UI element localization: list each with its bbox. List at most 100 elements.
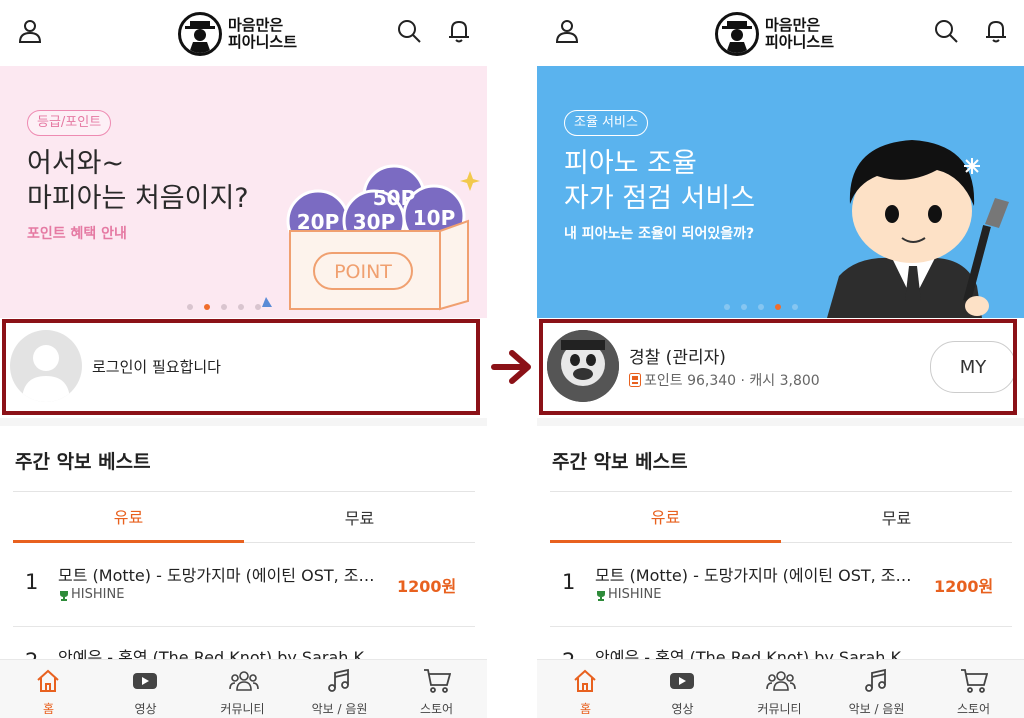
nav-community[interactable]: 커뮤니티	[194, 660, 291, 718]
user-icon[interactable]	[554, 18, 580, 44]
tab-free[interactable]: 무료	[244, 492, 475, 542]
home-icon	[37, 669, 59, 692]
logo-mafia-icon	[715, 12, 759, 56]
carousel-dot[interactable]	[758, 304, 764, 310]
community-icon	[766, 671, 796, 691]
bottom-nav: 홈 영상 커뮤니티 악보 / 음원 스토어	[537, 659, 1024, 718]
banner-title-line1: 피아노 조율	[564, 148, 697, 179]
points-box-illustration: 50P 20P 30P 10P POINT	[262, 164, 480, 311]
home-icon	[574, 669, 596, 692]
tab-bar: 유료 무료	[13, 491, 475, 543]
nav-label: 홈	[42, 702, 55, 716]
nav-label: 영상	[134, 702, 157, 716]
banner-title: 피아노 조율 자가 점검 서비스	[564, 146, 755, 216]
highlight-box	[2, 319, 480, 415]
row-divider	[13, 626, 475, 627]
banner-tag: 등급/포인트	[27, 110, 112, 136]
tab-paid[interactable]: 유료	[13, 492, 244, 543]
search-icon[interactable]	[933, 18, 959, 44]
nav-label: 스토어	[419, 702, 454, 716]
screen-after: 마음만은 피아니스트 조율 서비스 피아노 조율 자가 점검 서비스 내 피아노는…	[537, 0, 1024, 718]
carousel-dot-active[interactable]	[775, 304, 781, 310]
list-item[interactable]: 1 모트 (Motte) - 도망가지마 (에이틴 OST, 조… HISHIN…	[13, 560, 475, 620]
section-divider	[537, 418, 1024, 426]
nav-home[interactable]: 홈	[0, 660, 97, 718]
video-icon	[670, 673, 694, 689]
banner-subtitle: 포인트 혜택 안내	[27, 226, 127, 242]
nav-label: 홈	[579, 702, 592, 716]
tab-bar: 유료 무료	[550, 491, 1012, 543]
rank-number: 1	[25, 570, 39, 594]
music-icon	[865, 668, 886, 692]
nav-music[interactable]: 악보 / 음원	[291, 660, 388, 718]
screen-before: 마음만은 피아니스트 등급/포인트 어서와~ 마피아는 처음이지? 포인트 혜택 …	[0, 0, 487, 718]
banner-title: 어서와~ 마피아는 처음이지?	[27, 146, 249, 216]
coin-50p: 50P	[373, 186, 416, 210]
carousel-dots[interactable]	[187, 304, 261, 310]
song-title: 모트 (Motte) - 도망가지마 (에이틴 OST, 조…	[58, 566, 375, 585]
top-bar: 마음만은 피아니스트	[0, 0, 487, 67]
artist-name: HISHINE	[71, 587, 125, 602]
carousel-dot-active[interactable]	[204, 304, 210, 310]
top-bar: 마음만은 피아니스트	[537, 0, 1024, 67]
price: 1200원	[934, 577, 994, 596]
nav-label: 스토어	[956, 702, 991, 716]
video-icon	[133, 673, 157, 689]
nav-music[interactable]: 악보 / 음원	[828, 660, 925, 718]
banner-title-line2: 자가 점검 서비스	[564, 183, 756, 214]
song-title: 모트 (Motte) - 도망가지마 (에이틴 OST, 조…	[595, 566, 912, 585]
carousel-dot[interactable]	[255, 304, 261, 310]
carousel-dots[interactable]	[724, 304, 798, 310]
list-item[interactable]: 1 모트 (Motte) - 도망가지마 (에이틴 OST, 조… HISHIN…	[550, 560, 1012, 620]
nav-video[interactable]: 영상	[634, 660, 731, 718]
section-divider	[0, 418, 487, 426]
nav-home[interactable]: 홈	[537, 660, 634, 718]
carousel-dot[interactable]	[724, 304, 730, 310]
bell-icon[interactable]	[983, 18, 1009, 44]
tab-paid[interactable]: 유료	[550, 492, 781, 543]
user-icon[interactable]	[17, 18, 43, 44]
sparkle-icon	[964, 158, 980, 174]
nav-store[interactable]: 스토어	[388, 660, 485, 718]
section-title: 주간 악보 베스트	[552, 451, 688, 473]
nav-video[interactable]: 영상	[97, 660, 194, 718]
rank-number: 1	[562, 570, 576, 594]
transition-arrow-icon	[491, 350, 531, 384]
logo-text-line1: 마음만은	[228, 16, 284, 34]
promo-banner[interactable]: 등급/포인트 어서와~ 마피아는 처음이지? 포인트 혜택 안내 50P 20P…	[0, 66, 487, 318]
artist-name: HISHINE	[608, 587, 662, 602]
banner-tag: 조율 서비스	[564, 110, 648, 136]
highlight-box	[539, 319, 1017, 415]
logo-text-line1: 마음만은	[765, 16, 821, 34]
carousel-dot[interactable]	[238, 304, 244, 310]
box-label: POINT	[334, 261, 392, 283]
search-icon[interactable]	[396, 18, 422, 44]
banner-title-line1: 어서와~	[27, 148, 125, 179]
logo-mafia-icon	[178, 12, 222, 56]
cart-icon	[961, 669, 988, 693]
banner-subtitle: 내 피아노는 조율이 되어있을까?	[564, 226, 755, 242]
nav-community[interactable]: 커뮤니티	[731, 660, 828, 718]
nav-store[interactable]: 스토어	[925, 660, 1022, 718]
price: 1200원	[397, 577, 457, 596]
banner-title-line2: 마피아는 처음이지?	[27, 183, 249, 214]
nav-label: 커뮤니티	[757, 702, 802, 716]
tuner-character-illustration	[827, 140, 1009, 318]
section-title: 주간 악보 베스트	[15, 451, 151, 473]
bell-icon[interactable]	[446, 18, 472, 44]
row-divider	[550, 626, 1012, 627]
trophy-icon	[60, 591, 68, 601]
app-logo[interactable]: 마음만은 피아니스트	[715, 10, 834, 58]
carousel-dot[interactable]	[221, 304, 227, 310]
coin-10p: 10P	[413, 206, 456, 230]
app-logo[interactable]: 마음만은 피아니스트	[178, 10, 297, 58]
tab-free[interactable]: 무료	[781, 492, 1012, 542]
nav-label: 커뮤니티	[220, 702, 265, 716]
carousel-dot[interactable]	[792, 304, 798, 310]
carousel-dot[interactable]	[187, 304, 193, 310]
trophy-icon	[597, 591, 605, 601]
logo-text-line2: 피아니스트	[765, 33, 835, 51]
promo-banner[interactable]: 조율 서비스 피아노 조율 자가 점검 서비스 내 피아노는 조율이 되어있을까…	[537, 66, 1024, 318]
carousel-dot[interactable]	[741, 304, 747, 310]
community-icon	[229, 671, 259, 691]
